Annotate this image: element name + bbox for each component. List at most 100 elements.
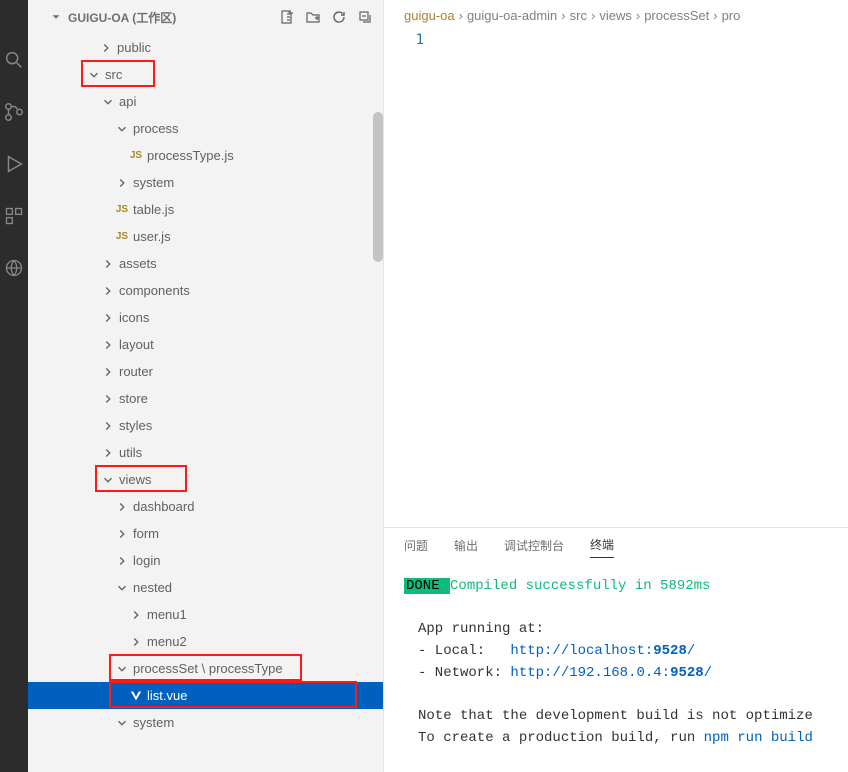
done-badge: DONE	[404, 578, 450, 594]
chevron-right-icon	[128, 634, 144, 650]
chevron-right-icon	[100, 283, 116, 299]
chevron-right-icon	[114, 499, 130, 515]
tree-item[interactable]: process	[28, 115, 383, 142]
tree-item-label: user.js	[133, 229, 171, 244]
tree-item[interactable]: components	[28, 277, 383, 304]
network-label: - Network:	[418, 665, 510, 681]
breadcrumb-segment[interactable]: guigu-oa-admin	[467, 8, 557, 23]
tree-item-label: public	[117, 40, 151, 55]
local-label: - Local:	[418, 643, 510, 659]
vue-file-icon	[128, 688, 144, 704]
tab-debug[interactable]: 调试控制台	[504, 537, 564, 558]
chevron-right-icon	[114, 553, 130, 569]
tab-output[interactable]: 输出	[454, 537, 478, 558]
tree-item[interactable]: login	[28, 547, 383, 574]
network-slash: /	[704, 665, 712, 681]
chevron-right-icon	[100, 445, 116, 461]
tree-item[interactable]: layout	[28, 331, 383, 358]
tree-item[interactable]: router	[28, 358, 383, 385]
tree-item-label: table.js	[133, 202, 174, 217]
tree-item-label: menu2	[147, 634, 187, 649]
chevron-right-icon	[98, 40, 114, 56]
new-file-icon[interactable]	[279, 9, 295, 25]
js-file-icon: JS	[114, 229, 130, 245]
chevron-right-icon	[100, 337, 116, 353]
chevron-right-icon	[114, 526, 130, 542]
chevron-down-icon	[114, 580, 130, 596]
source-control-icon[interactable]	[2, 100, 26, 124]
tree-item[interactable]: list.vue	[28, 682, 383, 709]
tree-item[interactable]: api	[28, 88, 383, 115]
chevron-right-icon	[100, 391, 116, 407]
tree-item-label: src	[105, 67, 122, 82]
tree-item-label: dashboard	[133, 499, 194, 514]
new-folder-icon[interactable]	[305, 9, 321, 25]
tree-item-label: nested	[133, 580, 172, 595]
tree-item[interactable]: styles	[28, 412, 383, 439]
tree-item[interactable]: assets	[28, 250, 383, 277]
js-file-icon: JS	[114, 202, 130, 218]
editor-content[interactable]	[442, 32, 848, 527]
tree-item-label: process	[133, 121, 179, 136]
sidebar-header: GUIGU-OA (工作区)	[28, 0, 383, 34]
network-url-prefix: http://192.168.0.4:	[510, 665, 670, 681]
compiled-msg: Compiled successfully in 5892ms	[450, 578, 710, 594]
remote-icon[interactable]	[2, 256, 26, 280]
tree-item[interactable]: views	[28, 466, 383, 493]
tree-item[interactable]: form	[28, 520, 383, 547]
file-tree: publicsrcapiprocessJSprocessType.jssyste…	[28, 34, 383, 772]
search-icon[interactable]	[2, 48, 26, 72]
editor-body[interactable]: 1	[384, 22, 848, 527]
chevron-right-icon	[114, 175, 130, 191]
note-line-2a: To create a production build, run	[418, 730, 704, 746]
tree-item-label: processType.js	[147, 148, 234, 163]
tree-item[interactable]: store	[28, 385, 383, 412]
chevron-down-icon	[114, 121, 130, 137]
collapse-all-icon[interactable]	[357, 9, 373, 25]
refresh-icon[interactable]	[331, 9, 347, 25]
chevron-down-icon[interactable]	[48, 9, 64, 25]
tree-item-label: assets	[119, 256, 157, 271]
local-slash: /	[687, 643, 695, 659]
tree-item[interactable]: system	[28, 709, 383, 736]
breadcrumb-segment[interactable]: src	[570, 8, 587, 23]
tree-item[interactable]: processSet \ processType	[28, 655, 383, 682]
breadcrumb-segment[interactable]: processSet	[644, 8, 709, 23]
chevron-down-icon	[86, 67, 102, 83]
tree-item[interactable]: menu2	[28, 628, 383, 655]
tree-item-label: styles	[119, 418, 152, 433]
tree-item[interactable]: JSuser.js	[28, 223, 383, 250]
tree-item[interactable]: src	[28, 61, 383, 88]
tree-item[interactable]: system	[28, 169, 383, 196]
tree-item-label: list.vue	[147, 688, 187, 703]
breadcrumb-segment[interactable]: pro	[722, 8, 741, 23]
tree-item[interactable]: icons	[28, 304, 383, 331]
tree-item[interactable]: nested	[28, 574, 383, 601]
tree-item-label: login	[133, 553, 160, 568]
extensions-icon[interactable]	[2, 204, 26, 228]
tree-item-label: views	[119, 472, 152, 487]
explorer-sidebar: GUIGU-OA (工作区) publicsrcapiprocessJSproc…	[28, 0, 384, 772]
tab-terminal[interactable]: 终端	[590, 536, 614, 558]
run-debug-icon[interactable]	[2, 152, 26, 176]
terminal-body[interactable]: DONE Compiled successfully in 5892ms App…	[384, 566, 848, 772]
tree-item[interactable]: dashboard	[28, 493, 383, 520]
tree-item[interactable]: utils	[28, 439, 383, 466]
breadcrumb-segment[interactable]: views	[599, 8, 632, 23]
editor-area: guigu-oa›guigu-oa-admin›src›views›proces…	[384, 0, 848, 772]
chevron-right-icon	[100, 418, 116, 434]
tree-item[interactable]: menu1	[28, 601, 383, 628]
tree-item[interactable]: JSprocessType.js	[28, 142, 383, 169]
tree-item[interactable]: JStable.js	[28, 196, 383, 223]
tree-item[interactable]: public	[28, 34, 383, 61]
terminal-tabs: 问题 输出 调试控制台 终端	[384, 528, 848, 566]
chevron-right-icon: ›	[459, 8, 463, 23]
breadcrumb[interactable]: guigu-oa›guigu-oa-admin›src›views›proces…	[384, 0, 848, 22]
activity-bar	[0, 0, 28, 772]
chevron-down-icon	[100, 472, 116, 488]
local-url-prefix: http://localhost:	[510, 643, 653, 659]
js-file-icon: JS	[128, 148, 144, 164]
tab-problems[interactable]: 问题	[404, 537, 428, 558]
breadcrumb-segment[interactable]: guigu-oa	[404, 8, 455, 23]
tree-item-label: processSet \ processType	[133, 661, 283, 676]
